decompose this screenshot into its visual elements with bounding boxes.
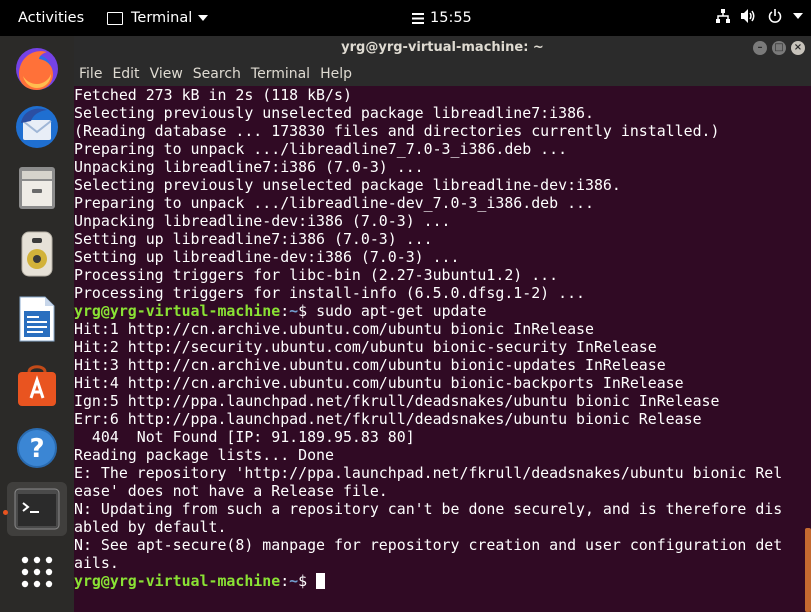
active-indicator: [3, 510, 8, 515]
clock-label: 15:55: [430, 10, 472, 26]
prompt-path: ~: [289, 572, 299, 590]
dock-writer[interactable]: [12, 294, 62, 344]
prompt-line: yrg@yrg-virtual-machine:~$: [74, 572, 782, 590]
menu-search[interactable]: Search: [188, 62, 246, 86]
terminal-output[interactable]: Fetched 273 kB in 2s (118 kB/s) Selecting…: [74, 86, 811, 612]
power-icon: [768, 9, 782, 23]
top-bar: Activities Terminal 15:55: [0, 0, 811, 36]
output-line: Processing triggers for libc-bin (2.27-3…: [74, 266, 559, 284]
output-line: E: The repository 'http://ppa.launchpad.…: [74, 464, 783, 482]
text-cursor: [316, 573, 326, 589]
output-line: Hit:1 http://cn.archive.ubuntu.com/ubunt…: [74, 320, 594, 338]
activities-button[interactable]: Activities: [18, 10, 84, 26]
terminal-icon: [14, 488, 60, 530]
output-line: Err:6 http://ppa.launchpad.net/fkrull/de…: [74, 410, 702, 428]
output-line: ails.: [74, 554, 119, 572]
app-grid-icon: [21, 556, 53, 588]
writer-icon: [19, 296, 55, 342]
network-icon: [716, 9, 730, 23]
output-line: Selecting previously unselected package …: [74, 176, 621, 194]
chevron-down-icon: [793, 13, 803, 19]
dock-help[interactable]: ?: [12, 423, 62, 473]
dock-rhythmbox[interactable]: [12, 229, 62, 279]
terminal-lines: Fetched 273 kB in 2s (118 kB/s) Selecting…: [74, 86, 782, 590]
output-line: ease' does not have a Release file.: [74, 482, 388, 500]
menu-help[interactable]: Help: [315, 62, 357, 86]
menu-view[interactable]: View: [145, 62, 188, 86]
dock-show-applications[interactable]: [12, 547, 62, 597]
output-line: (Reading database ... 173830 files and d…: [74, 122, 720, 140]
files-icon: [19, 167, 55, 209]
output-line: Preparing to unpack .../libreadline7_7.0…: [74, 140, 568, 158]
notification-icon: [412, 12, 424, 24]
prompt-path: ~: [289, 302, 299, 320]
dock-files[interactable]: [12, 163, 62, 213]
output-line: Ign:5 http://ppa.launchpad.net/fkrull/de…: [74, 392, 720, 410]
dock-terminal[interactable]: [7, 482, 67, 536]
app-menu-button[interactable]: Terminal: [107, 10, 209, 26]
app-menu-label: Terminal: [131, 10, 193, 26]
prompt-line: yrg@yrg-virtual-machine:~$ sudo apt-get …: [74, 302, 487, 320]
output-line: Hit:2 http://security.ubuntu.com/ubuntu …: [74, 338, 657, 356]
scrollbar[interactable]: [805, 528, 811, 612]
output-line: Setting up libreadline7:i386 (7.0-3) ...: [74, 230, 433, 248]
clock-button[interactable]: 15:55: [412, 10, 472, 26]
menu-bar: File Edit View Search Terminal Help: [74, 62, 811, 86]
window-titlebar[interactable]: yrg@yrg-virtual-machine: ~ – □ ×: [74, 36, 811, 62]
command-input[interactable]: $: [298, 572, 316, 590]
command-text: $ sudo apt-get update: [298, 302, 487, 320]
system-tray[interactable]: [716, 9, 803, 23]
output-line: abled by default.: [74, 518, 227, 536]
output-line: Selecting previously unselected package …: [74, 104, 594, 122]
dock-firefox[interactable]: [12, 43, 62, 93]
svg-text:?: ?: [29, 434, 44, 464]
output-line: Preparing to unpack .../libreadline-dev_…: [74, 194, 594, 212]
menu-edit[interactable]: Edit: [107, 62, 144, 86]
rhythmbox-icon: [21, 231, 53, 277]
output-line: N: See apt-secure(8) manpage for reposit…: [74, 536, 783, 554]
software-center-icon: [18, 365, 56, 406]
menu-file[interactable]: File: [74, 62, 107, 86]
chevron-down-icon: [198, 15, 209, 21]
output-line: Unpacking libreadline7:i386 (7.0-3) ...: [74, 158, 424, 176]
thunderbird-icon: [16, 106, 58, 148]
maximize-button[interactable]: □: [772, 41, 786, 55]
output-line: Fetched 273 kB in 2s (118 kB/s): [74, 86, 352, 104]
firefox-icon: [16, 48, 58, 90]
terminal-small-icon: [107, 11, 123, 25]
output-line: Setting up libreadline-dev:i386 (7.0-3) …: [74, 248, 460, 266]
output-line: Hit:4 http://cn.archive.ubuntu.com/ubunt…: [74, 374, 684, 392]
prompt-user: yrg@yrg-virtual-machine: [74, 572, 281, 590]
dock-software[interactable]: [12, 360, 62, 410]
output-line: Reading package lists... Done: [74, 446, 334, 464]
output-line: Processing triggers for install-info (6.…: [74, 284, 586, 302]
output-line: N: Updating from such a repository can't…: [74, 500, 783, 518]
output-line: Hit:3 http://cn.archive.ubuntu.com/ubunt…: [74, 356, 666, 374]
dock: ?: [0, 36, 74, 612]
prompt-user: yrg@yrg-virtual-machine: [74, 302, 281, 320]
dock-thunderbird[interactable]: [12, 102, 62, 152]
terminal-window: yrg@yrg-virtual-machine: ~ – □ × File Ed…: [74, 36, 811, 612]
help-icon: ?: [17, 428, 57, 468]
output-line: 404 Not Found [IP: 91.189.95.83 80]: [74, 428, 415, 446]
volume-icon: [741, 9, 755, 23]
window-title: yrg@yrg-virtual-machine: ~: [341, 40, 544, 55]
output-line: Unpacking libreadline-dev:i386 (7.0-3) .…: [74, 212, 451, 230]
minimize-button[interactable]: –: [753, 41, 767, 55]
menu-terminal[interactable]: Terminal: [246, 62, 315, 86]
close-button[interactable]: ×: [791, 41, 805, 55]
